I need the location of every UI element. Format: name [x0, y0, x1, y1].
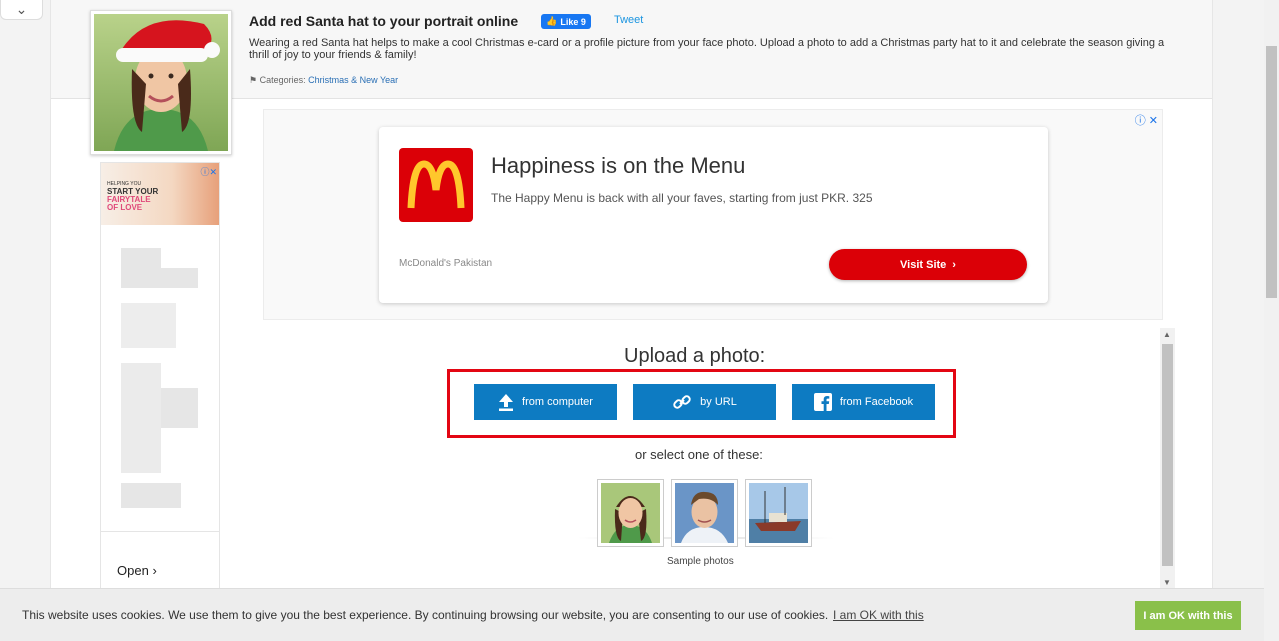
page-scrollbar[interactable]: [1264, 0, 1279, 641]
sample-photo-woman[interactable]: [597, 479, 664, 547]
blurred-content: [121, 483, 181, 508]
categories-label: Categories:: [259, 75, 306, 85]
facebook-icon: [813, 393, 832, 411]
tag-icon: ⚑: [249, 75, 258, 85]
page-content: Add red Santa hat to your portrait onlin…: [50, 0, 1213, 641]
side-ad-headline: HELPING YOU START YOUR FAIRYTALE OF LOVE: [107, 181, 159, 212]
category-link[interactable]: Christmas & New Year: [308, 75, 398, 85]
visit-site-button[interactable]: Visit Site ›: [829, 249, 1027, 280]
visit-site-label: Visit Site: [900, 258, 947, 271]
tweet-link[interactable]: Tweet: [614, 14, 643, 26]
cookie-accept-link[interactable]: I am OK with this: [833, 608, 924, 622]
side-advertisement[interactable]: HELPING YOU START YOUR FAIRYTALE OF LOVE…: [100, 162, 220, 592]
side-ad-open-link[interactable]: Open ›: [117, 563, 157, 578]
side-ad-banner[interactable]: HELPING YOU START YOUR FAIRYTALE OF LOVE…: [101, 163, 219, 225]
ad-info-icon[interactable]: ⓘ ✕: [1135, 112, 1158, 128]
inner-scrollbar[interactable]: ▲ ▼: [1160, 328, 1175, 590]
cookie-banner: This website uses cookies. We use them t…: [0, 588, 1264, 641]
categories: ⚑ Categories: Christmas & New Year: [249, 75, 398, 86]
blurred-content: [161, 388, 198, 428]
scroll-up-icon[interactable]: ▲: [1163, 330, 1171, 339]
page-scrollbar-thumb[interactable]: [1266, 46, 1277, 298]
samples-caption: Sample photos: [667, 556, 734, 567]
page-title: Add red Santa hat to your portrait onlin…: [249, 13, 519, 29]
chevron-right-icon: ›: [952, 258, 956, 271]
sample-photo-man[interactable]: [671, 479, 738, 547]
button-label: from computer: [522, 396, 593, 408]
blurred-content: [121, 363, 161, 473]
ad-headline[interactable]: Happiness is on the Menu: [491, 153, 745, 179]
divider: [101, 531, 219, 532]
upload-from-computer-button[interactable]: from computer: [474, 384, 617, 420]
or-select-text: or select one of these:: [635, 447, 763, 462]
cookie-accept-button[interactable]: I am OK with this: [1135, 601, 1241, 630]
chevron-right-icon: ›: [152, 563, 157, 578]
collapse-toggle[interactable]: ⌄: [0, 0, 43, 20]
upload-title: Upload a photo:: [624, 345, 766, 367]
blurred-content: [161, 268, 198, 288]
link-icon: [673, 395, 691, 409]
thumbs-up-icon: 👍: [546, 16, 558, 26]
banner-advertisement: ⓘ ✕ Happiness is on the Menu The Happy M…: [263, 109, 1163, 320]
inner-scrollbar-thumb[interactable]: [1162, 344, 1173, 566]
chevron-down-icon: ⌄: [15, 1, 28, 17]
ad-advertiser: McDonald's Pakistan: [399, 258, 493, 269]
mcdonalds-logo-icon: [399, 148, 473, 222]
like-label: Like 9: [560, 16, 586, 27]
upload-from-facebook-button[interactable]: from Facebook: [792, 384, 935, 420]
button-label: from Facebook: [839, 396, 914, 408]
ad-card[interactable]: Happiness is on the Menu The Happy Menu …: [379, 127, 1048, 303]
effect-preview-image: [90, 10, 232, 155]
cookie-text: This website uses cookies. We use them t…: [22, 608, 829, 622]
blurred-content: [121, 303, 176, 348]
facebook-like-button[interactable]: 👍 Like 9: [541, 14, 591, 29]
page-description: Wearing a red Santa hat helps to make a …: [249, 37, 1165, 61]
blurred-content: [121, 248, 161, 288]
ad-info-icon[interactable]: ⓘ✕: [200, 165, 217, 178]
upload-icon: [499, 394, 514, 411]
upload-options: from computer by URL from Facebook: [447, 369, 956, 438]
upload-by-url-button[interactable]: by URL: [633, 384, 776, 420]
sample-photo-boat[interactable]: [745, 479, 812, 547]
button-label: by URL: [700, 396, 737, 408]
ad-subtext: The Happy Menu is back with all your fav…: [491, 191, 873, 205]
scroll-down-icon[interactable]: ▼: [1163, 578, 1171, 587]
